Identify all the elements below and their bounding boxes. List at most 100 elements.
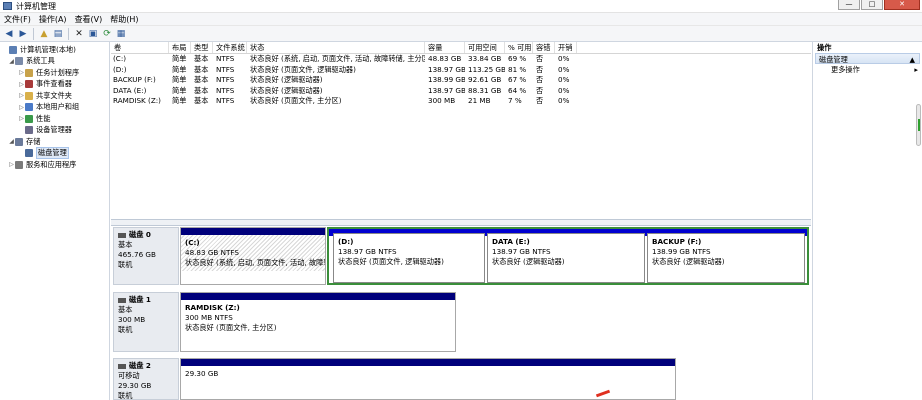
tree-node[interactable]: ▷ 任务计划程序 (0, 67, 109, 79)
help-icon[interactable]: ▦ (115, 28, 127, 40)
tree-node[interactable]: ▷ 本地用户和组 (0, 102, 109, 114)
back-icon[interactable]: ◀ (3, 28, 15, 40)
disk-2: 磁盘 2 可移动 29.30 GB 联机 29.30 GB (113, 358, 803, 400)
minimize-button[interactable]: — (838, 0, 860, 10)
table-cell: 0% (558, 85, 570, 95)
disk-0-label[interactable]: 磁盘 0 基本 465.76 GB 联机 (113, 227, 179, 285)
close-button[interactable]: ✕ (884, 0, 920, 10)
table-row[interactable]: BACKUP (F:) 简单 基本 NTFS 状态良好 (逻辑驱动器) 138.99 GB… (111, 75, 811, 86)
tree-node-icon (15, 160, 23, 169)
pane-splitter[interactable] (111, 220, 811, 226)
tree-expander-icon[interactable]: ▷ (18, 92, 25, 99)
tree-node[interactable]: ▷ 性能 (0, 113, 109, 125)
table-row[interactable]: DATA (E:) 简单 基本 NTFS 状态良好 (逻辑驱动器) 138.97 GB 88… (111, 86, 811, 97)
partition-d[interactable]: (D:) 138.97 GB NTFS 状态良好 (页面文件, 逻辑驱动器) (333, 233, 485, 283)
table-row[interactable]: (D:) 简单 基本 NTFS 状态良好 (页面文件, 逻辑驱动器) 138.97 GB 1… (111, 65, 811, 76)
table-cell: 0% (558, 54, 570, 63)
tree-expander-icon[interactable]: ▷ (18, 104, 25, 111)
tree-node[interactable]: ▷ 共享文件夹 (0, 90, 109, 102)
tree-node-icon (25, 80, 33, 89)
tree-expander-icon[interactable]: ▷ (18, 81, 25, 88)
scrollbar-thumb[interactable] (916, 104, 921, 146)
partition-z[interactable]: RAMDISK (Z:) 300 MB NTFS 状态良好 (页面文件, 主分区… (180, 292, 456, 352)
disk-2-label[interactable]: 磁盘 2 可移动 29.30 GB 联机 (113, 358, 179, 400)
table-cell: 状态良好 (逻辑驱动器) (250, 75, 323, 84)
menu-action[interactable]: 操作(A) (39, 14, 67, 25)
tree-node[interactable]: ◢ 存储 (0, 136, 109, 148)
table-cell: 否 (536, 75, 544, 84)
table-cell: 138.99 GB (428, 75, 465, 84)
table-cell: 92.61 GB (468, 75, 502, 84)
toolbar: ◀ ▶ ▲ ▤ ✕ ▣ ⟳ ▦ (0, 26, 922, 42)
maximize-button[interactable]: □ (861, 0, 883, 10)
disk-management-pane: 卷布局 类型 文件系统 状态 容量 可用空间% 可用 容错 开销 (C:) 简单 基本 NTFS 状态… (111, 42, 811, 400)
disk-icon (118, 297, 126, 303)
column-header[interactable]: 状态 (247, 42, 425, 53)
tree-node-icon (15, 137, 23, 146)
tree-node-label: 磁盘管理 (36, 147, 69, 160)
more-actions[interactable]: 更多操作 ▸ (813, 64, 922, 75)
properties-icon[interactable]: ▣ (87, 28, 99, 40)
tree-node-icon (9, 45, 17, 54)
tree-expander-icon[interactable]: ▷ (18, 69, 25, 76)
tree-expander-icon[interactable]: ◢ (8, 58, 15, 65)
tree-expander-icon[interactable]: ▷ (8, 161, 15, 168)
tree-node-icon (25, 114, 33, 123)
table-cell: 基本 (194, 75, 209, 84)
column-header[interactable]: 可用空间 (465, 42, 505, 53)
table-cell: 69 % (508, 54, 527, 63)
tree-node[interactable]: ▷ 服务和应用程序 (0, 159, 109, 171)
volume-name-cell: (C:) (113, 54, 127, 63)
tree-node[interactable]: 设备管理器 (0, 125, 109, 137)
tree-node-label: 服务和应用程序 (26, 159, 77, 169)
volume-name-cell: (D:) (113, 64, 127, 74)
disk-status: 联机 (118, 325, 133, 334)
actions-section-disk-management[interactable]: 磁盘管理 ▲ (815, 53, 920, 64)
volume-name-cell: DATA (E:) (113, 85, 147, 95)
submenu-arrow-icon: ▸ (914, 65, 918, 74)
tree-expander-icon[interactable]: ◢ (8, 138, 15, 145)
disk-type: 基本 (118, 305, 133, 314)
column-header[interactable]: % 可用 (505, 42, 533, 53)
tree-node[interactable]: ▷ 事件查看器 (0, 79, 109, 91)
partition-e[interactable]: DATA (E:) 138.97 GB NTFS 状态良好 (逻辑驱动器) (487, 233, 645, 283)
tree-node-icon (15, 57, 23, 66)
collapse-arrow-icon[interactable]: ▲ (909, 54, 915, 64)
column-header[interactable]: 布局 (169, 42, 191, 53)
tree-node-label: 事件查看器 (36, 79, 72, 89)
column-header[interactable]: 开销 (555, 42, 577, 53)
partition-c[interactable]: (C:) 48.83 GB NTFS 状态良好 (系统, 启动, 页面文件, 活… (180, 227, 326, 285)
table-cell: 21 MB (468, 96, 491, 105)
disk-size: 29.30 GB (118, 381, 152, 390)
tree-expander-icon[interactable]: ▷ (18, 115, 25, 122)
column-header[interactable]: 容错 (533, 42, 555, 53)
volume-list-header: 卷布局 类型 文件系统 状态 容量 可用空间% 可用 容错 开销 (111, 42, 811, 54)
disk-size: 465.76 GB (118, 250, 156, 259)
table-cell: 否 (536, 96, 544, 105)
show-hide-tree-icon[interactable]: ▤ (52, 28, 64, 40)
delete-icon[interactable]: ✕ (73, 28, 85, 40)
partition-name: BACKUP (F:) (652, 237, 702, 246)
table-row[interactable]: RAMDISK (Z:) 简单 基本 NTFS 状态良好 (页面文件, 主分区) 300 … (111, 96, 811, 107)
tree-node[interactable]: 计算机管理(本地) (0, 44, 109, 56)
refresh-icon[interactable]: ⟳ (101, 28, 113, 40)
column-header[interactable]: 卷 (111, 42, 169, 53)
menu-view[interactable]: 查看(V) (75, 14, 103, 25)
column-header[interactable]: 文件系统 (213, 42, 247, 53)
tree-node[interactable]: ◢ 系统工具 (0, 56, 109, 68)
toolbar-separator (68, 27, 69, 40)
menu-help[interactable]: 帮助(H) (110, 14, 138, 25)
partition-f[interactable]: BACKUP (F:) 138.99 GB NTFS 状态良好 (逻辑驱动器) (647, 233, 805, 283)
tree-node[interactable]: 磁盘管理 (0, 147, 109, 160)
partition-size: 138.97 GB NTFS (492, 247, 551, 256)
table-cell: 138.97 GB (428, 85, 465, 95)
column-header[interactable]: 类型 (191, 42, 213, 53)
column-header[interactable]: 容量 (425, 42, 465, 53)
computer-management-icon (3, 2, 12, 10)
disk-1-label[interactable]: 磁盘 1 基本 300 MB 联机 (113, 292, 179, 352)
tree-node-label: 本地用户和组 (36, 102, 80, 112)
table-row[interactable]: (C:) 简单 基本 NTFS 状态良好 (系统, 启动, 页面文件, 活动, 故障转储… (111, 54, 811, 65)
menu-file[interactable]: 文件(F) (4, 14, 31, 25)
up-icon[interactable]: ▲ (38, 28, 50, 40)
forward-icon[interactable]: ▶ (17, 28, 29, 40)
